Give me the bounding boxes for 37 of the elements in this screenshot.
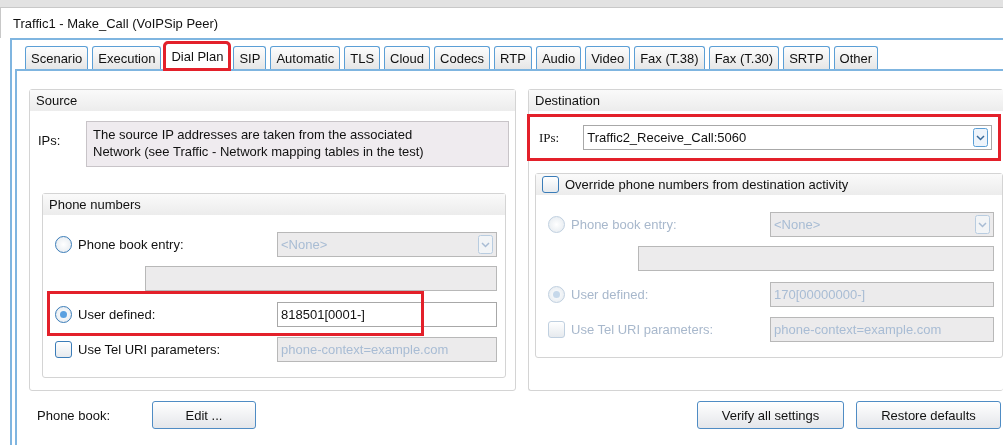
edit-button[interactable]: Edit ... bbox=[152, 401, 256, 429]
radio-button[interactable] bbox=[55, 306, 72, 323]
option-label: Phone book entry: bbox=[78, 237, 184, 252]
option-label: User defined: bbox=[78, 307, 156, 322]
tab[interactable]: SIP bbox=[233, 46, 267, 69]
tab[interactable]: SRTP bbox=[783, 46, 830, 69]
field-label: IPs: bbox=[539, 129, 560, 146]
tab[interactable]: Fax (T.30) bbox=[708, 46, 780, 69]
tab[interactable]: Dial Plan bbox=[165, 43, 230, 69]
option-label: Use Tel URI parameters: bbox=[78, 342, 221, 357]
tab[interactable]: Execution bbox=[92, 46, 162, 69]
group-title: Destination bbox=[535, 93, 601, 108]
option-label: Use Tel URI parameters: bbox=[571, 322, 714, 337]
tab[interactable]: Cloud bbox=[384, 46, 431, 69]
action-button[interactable]: Restore defaults bbox=[856, 401, 1001, 429]
tab[interactable]: RTP bbox=[494, 46, 532, 69]
tab[interactable]: Fax (T.38) bbox=[634, 46, 705, 69]
action-button[interactable]: Verify all settings bbox=[697, 401, 844, 429]
tab[interactable]: Scenario bbox=[25, 46, 89, 69]
info-text: The source IP addresses are taken from the associated Network (see Traffic - Network mapping tables in the test) bbox=[86, 121, 509, 167]
group-title: Source bbox=[36, 93, 78, 108]
window-title: Traffic1 - Make_Call (VoIPSip Peer) bbox=[13, 15, 219, 31]
tab[interactable]: Video bbox=[585, 46, 631, 69]
tab[interactable]: Audio bbox=[535, 46, 582, 69]
field-label: Phone book: bbox=[36, 407, 111, 423]
input-field[interactable]: 818501[0001-] bbox=[277, 302, 497, 327]
option-label: Phone book entry: bbox=[571, 217, 677, 232]
tab[interactable]: TLS bbox=[344, 46, 381, 69]
checkbox-label: Override phone numbers from destination activity bbox=[565, 177, 849, 192]
field-label: IPs: bbox=[38, 132, 62, 148]
dropdown[interactable]: Traffic2_Receive_Call:5060 bbox=[583, 125, 992, 150]
option-label: User defined: bbox=[571, 287, 649, 302]
tab[interactable]: Codecs bbox=[434, 46, 491, 69]
tab[interactable]: Other bbox=[833, 46, 879, 69]
checkbox[interactable] bbox=[542, 176, 559, 193]
tab[interactable]: Automatic bbox=[270, 46, 341, 69]
group-title: Phone numbers bbox=[49, 197, 141, 212]
